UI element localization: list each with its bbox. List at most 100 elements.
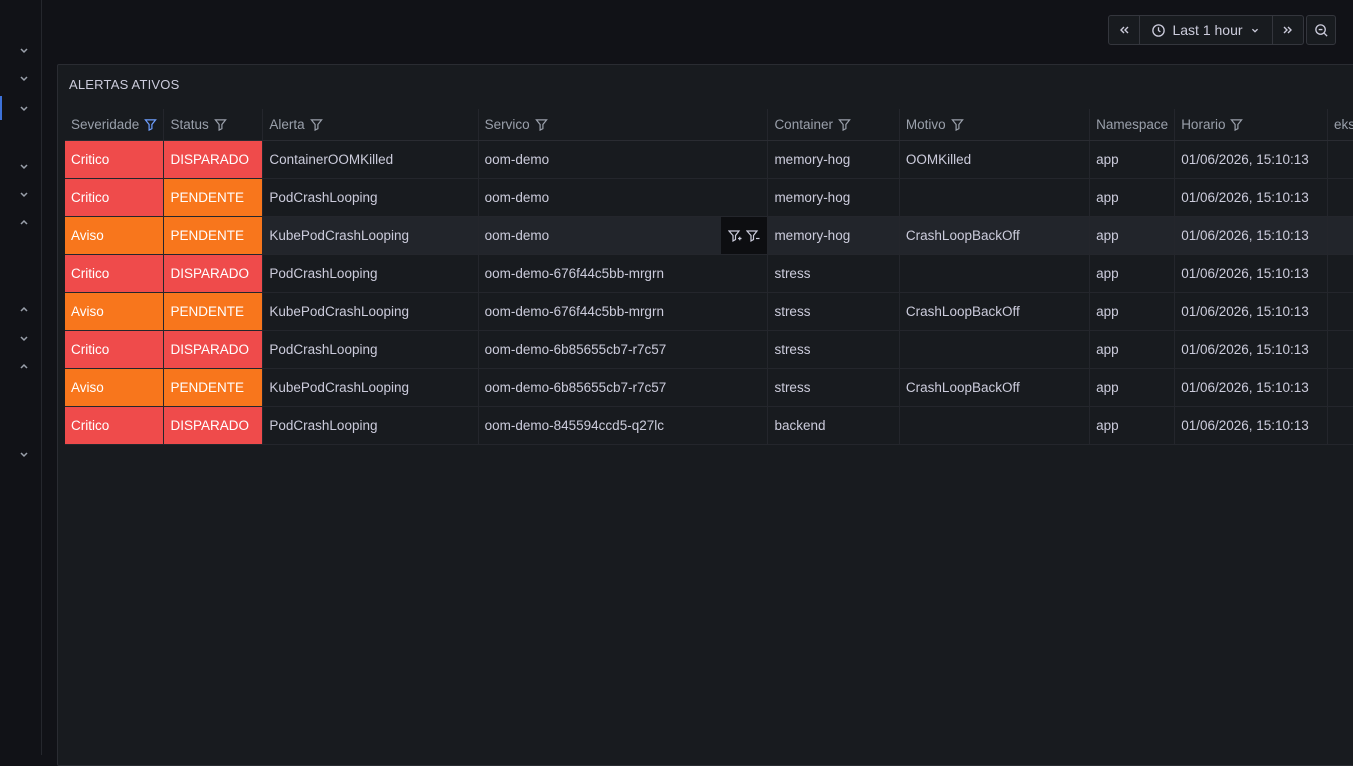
cell-eks[interactable]: [1327, 368, 1353, 407]
cell-servico[interactable]: oom-demo-6b85655cb7-r7c57: [478, 330, 769, 369]
chevron-down-icon[interactable]: [17, 159, 31, 173]
column-header-motivo[interactable]: Motivo: [899, 109, 1091, 141]
cell-status[interactable]: PENDENTE: [163, 216, 264, 255]
cell-eks[interactable]: [1327, 406, 1353, 445]
cell-namespace[interactable]: app: [1089, 330, 1176, 369]
cell-horario[interactable]: 01/06/2026, 15:10:13: [1174, 406, 1329, 445]
filter-icon[interactable]: [950, 118, 964, 131]
cell-alerta[interactable]: ContainerOOMKilled: [262, 140, 479, 179]
cell-severidade[interactable]: Aviso: [65, 216, 165, 255]
chevron-down-icon[interactable]: [17, 71, 31, 85]
chevron-down-icon[interactable]: [17, 447, 31, 461]
table-row[interactable]: Aviso PENDENTE KubePodCrashLooping oom-d…: [65, 216, 1353, 255]
cell-alerta[interactable]: KubePodCrashLooping: [262, 292, 479, 331]
cell-namespace[interactable]: app: [1089, 178, 1176, 217]
cell-alerta[interactable]: PodCrashLooping: [262, 330, 479, 369]
cell-namespace[interactable]: app: [1089, 140, 1176, 179]
cell-container[interactable]: backend: [767, 406, 900, 445]
cell-eks[interactable]: [1327, 254, 1353, 293]
cell-servico[interactable]: oom-demo-845594ccd5-q27lc: [478, 406, 769, 445]
table-row[interactable]: Critico DISPARADO PodCrashLooping oom-de…: [65, 330, 1353, 369]
table-row[interactable]: Critico DISPARADO PodCrashLooping oom-de…: [65, 406, 1353, 445]
chevron-up-icon[interactable]: [17, 216, 31, 230]
cell-horario[interactable]: 01/06/2026, 15:10:13: [1174, 292, 1329, 331]
cell-severidade[interactable]: Critico: [65, 254, 165, 293]
cell-status[interactable]: PENDENTE: [163, 292, 264, 331]
cell-servico[interactable]: oom-demo-676f44c5bb-mrgrn: [478, 254, 769, 293]
cell-eks[interactable]: [1327, 140, 1353, 179]
table-row[interactable]: Critico DISPARADO PodCrashLooping oom-de…: [65, 254, 1353, 293]
cell-severidade[interactable]: Critico: [65, 140, 165, 179]
cell-status[interactable]: PENDENTE: [163, 368, 264, 407]
cell-motivo[interactable]: CrashLoopBackOff: [899, 216, 1091, 255]
table-row[interactable]: Critico DISPARADO ContainerOOMKilled oom…: [65, 140, 1353, 179]
cell-servico[interactable]: oom-demo: [478, 216, 769, 255]
cell-horario[interactable]: 01/06/2026, 15:10:13: [1174, 368, 1329, 407]
cell-alerta[interactable]: KubePodCrashLooping: [262, 368, 479, 407]
cell-servico[interactable]: oom-demo: [478, 140, 769, 179]
cell-container[interactable]: memory-hog: [767, 216, 900, 255]
cell-horario[interactable]: 01/06/2026, 15:10:13: [1174, 330, 1329, 369]
cell-alerta[interactable]: PodCrashLooping: [262, 178, 479, 217]
cell-horario[interactable]: 01/06/2026, 15:10:13: [1174, 178, 1329, 217]
cell-servico[interactable]: oom-demo-6b85655cb7-r7c57: [478, 368, 769, 407]
chevron-up-icon[interactable]: [17, 360, 31, 374]
column-header-container[interactable]: Container: [767, 109, 900, 141]
cell-alerta[interactable]: PodCrashLooping: [262, 254, 479, 293]
time-shift-back-button[interactable]: [1109, 16, 1139, 44]
cell-severidade[interactable]: Critico: [65, 406, 165, 445]
cell-servico[interactable]: oom-demo-676f44c5bb-mrgrn: [478, 292, 769, 331]
cell-eks[interactable]: [1327, 216, 1353, 255]
filter-icon[interactable]: [534, 118, 548, 131]
filter-for-value-icon[interactable]: [728, 229, 742, 243]
column-header-eks[interactable]: eks: [1327, 109, 1353, 141]
cell-motivo[interactable]: [899, 330, 1091, 369]
cell-motivo[interactable]: [899, 254, 1091, 293]
cell-horario[interactable]: 01/06/2026, 15:10:13: [1174, 216, 1329, 255]
cell-namespace[interactable]: app: [1089, 216, 1176, 255]
cell-severidade[interactable]: Aviso: [65, 368, 165, 407]
chevron-down-icon[interactable]: [17, 43, 31, 57]
column-header-horario[interactable]: Horario: [1174, 109, 1329, 141]
cell-container[interactable]: stress: [767, 254, 900, 293]
cell-motivo[interactable]: OOMKilled: [899, 140, 1091, 179]
cell-namespace[interactable]: app: [1089, 254, 1176, 293]
cell-eks[interactable]: [1327, 178, 1353, 217]
cell-status[interactable]: DISPARADO: [163, 140, 264, 179]
filter-icon[interactable]: [309, 118, 323, 131]
cell-container[interactable]: stress: [767, 292, 900, 331]
cell-severidade[interactable]: Critico: [65, 330, 165, 369]
cell-status[interactable]: PENDENTE: [163, 178, 264, 217]
column-header-namespace[interactable]: Namespace: [1089, 109, 1176, 141]
chevron-down-icon[interactable]: [17, 101, 31, 115]
cell-container[interactable]: memory-hog: [767, 140, 900, 179]
cell-alerta[interactable]: PodCrashLooping: [262, 406, 479, 445]
table-row[interactable]: Critico PENDENTE PodCrashLooping oom-dem…: [65, 178, 1353, 217]
column-header-servico[interactable]: Servico: [478, 109, 769, 141]
filter-icon[interactable]: [838, 118, 851, 131]
column-header-severidade[interactable]: Severidade: [65, 109, 165, 141]
chevron-down-icon[interactable]: [17, 331, 31, 345]
filter-icon[interactable]: [1230, 118, 1244, 131]
cell-status[interactable]: DISPARADO: [163, 330, 264, 369]
column-header-alerta[interactable]: Alerta: [262, 109, 479, 141]
filter-out-value-icon[interactable]: [746, 229, 760, 243]
cell-namespace[interactable]: app: [1089, 406, 1176, 445]
table-row[interactable]: Aviso PENDENTE KubePodCrashLooping oom-d…: [65, 368, 1353, 407]
cell-namespace[interactable]: app: [1089, 368, 1176, 407]
cell-container[interactable]: stress: [767, 368, 900, 407]
cell-servico[interactable]: oom-demo: [478, 178, 769, 217]
cell-severidade[interactable]: Aviso: [65, 292, 165, 331]
cell-motivo[interactable]: CrashLoopBackOff: [899, 292, 1091, 331]
column-header-status[interactable]: Status: [163, 109, 264, 141]
cell-horario[interactable]: 01/06/2026, 15:10:13: [1174, 254, 1329, 293]
cell-namespace[interactable]: app: [1089, 292, 1176, 331]
cell-eks[interactable]: [1327, 292, 1353, 331]
cell-status[interactable]: DISPARADO: [163, 254, 264, 293]
zoom-out-button[interactable]: [1307, 16, 1335, 44]
filter-icon[interactable]: [213, 118, 227, 131]
filter-icon[interactable]: [144, 118, 158, 131]
table-row[interactable]: Aviso PENDENTE KubePodCrashLooping oom-d…: [65, 292, 1353, 331]
cell-eks[interactable]: [1327, 330, 1353, 369]
time-shift-forward-button[interactable]: [1273, 16, 1303, 44]
